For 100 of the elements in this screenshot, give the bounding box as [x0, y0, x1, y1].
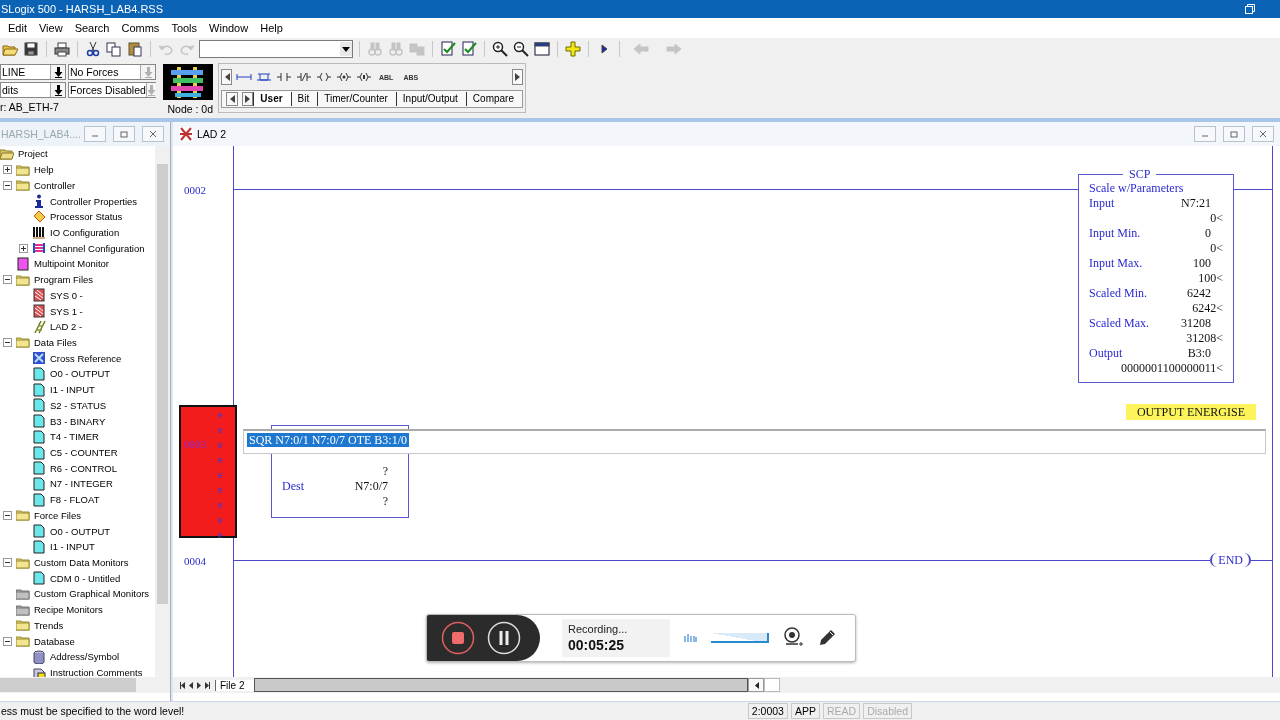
verify-icon[interactable] — [460, 40, 478, 58]
tree-item[interactable]: Database — [0, 633, 155, 649]
branch-icon[interactable] — [236, 72, 252, 82]
scrollbar-button[interactable] — [764, 678, 781, 692]
dropdown-field[interactable] — [199, 40, 353, 58]
tree-item[interactable]: Recipe Monitors — [0, 601, 155, 618]
menu-item[interactable]: View — [32, 22, 69, 34]
folder-icon — [16, 508, 30, 523]
tree-item[interactable]: R6 - CONTROL — [0, 460, 155, 477]
tree-item[interactable]: SYS 0 - — [0, 287, 155, 304]
webcam-icon[interactable] — [783, 627, 803, 649]
rung-icon[interactable] — [256, 72, 272, 82]
tree-item[interactable]: LAD 2 - — [0, 318, 155, 335]
verify-icon[interactable] — [439, 40, 457, 58]
tree-item[interactable]: Cross Reference — [0, 350, 155, 367]
tree-item[interactable]: Multipoint Monitor — [0, 256, 155, 272]
menu-item[interactable]: Edit — [2, 22, 33, 34]
palette-tab[interactable]: Bit — [290, 92, 318, 106]
dropdown[interactable]: LINE — [0, 64, 66, 80]
collapse-icon[interactable] — [3, 558, 12, 568]
tree-item[interactable]: Data Files — [0, 334, 155, 351]
copy-icon[interactable] — [105, 40, 123, 58]
tree-item[interactable]: Channel Configuration — [0, 240, 155, 257]
parameter-value: 31208 — [1181, 316, 1212, 331]
palette-tab[interactable]: Input/Output — [395, 92, 466, 106]
rung-number: 0004 — [184, 555, 206, 567]
zoom-out-icon[interactable] — [512, 40, 530, 58]
tree-item[interactable]: T4 - TIMER — [0, 428, 155, 445]
file-tab[interactable]: File 2 — [215, 679, 255, 691]
tree-item[interactable]: Project — [0, 146, 155, 162]
latch-coil-icon[interactable] — [336, 72, 352, 82]
tree-item[interactable]: O0 - OUTPUT — [0, 366, 155, 382]
menu-item[interactable]: Search — [68, 22, 116, 34]
paste-icon[interactable] — [126, 40, 144, 58]
tree-item[interactable]: Custom Data Monitors — [0, 554, 155, 571]
tab-scroll-button[interactable] — [203, 680, 211, 690]
unlatch-coil-icon[interactable] — [356, 72, 372, 82]
close-icon[interactable] — [1252, 126, 1274, 142]
scissors-icon[interactable] — [84, 40, 102, 58]
tree-item[interactable]: Help — [0, 161, 155, 178]
save-icon[interactable] — [22, 40, 40, 58]
stop-button[interactable] — [441, 621, 475, 655]
palette-tab[interactable]: Timer/Counter — [317, 92, 396, 106]
tree-item[interactable]: I1 - INPUT — [0, 381, 155, 398]
tree-item[interactable]: Custom Graphical Monitors — [0, 586, 155, 602]
close-icon[interactable] — [142, 126, 164, 142]
tree-item[interactable]: Program Files — [0, 271, 155, 288]
contact-icon[interactable] — [276, 72, 292, 82]
menu-item[interactable]: Help — [254, 22, 289, 34]
coil-icon[interactable] — [316, 72, 332, 82]
caret-icon[interactable] — [340, 42, 352, 56]
tree-item[interactable]: S2 - STATUS — [0, 397, 155, 414]
scrollbar[interactable] — [254, 678, 749, 692]
palette-tab[interactable]: Compare — [465, 92, 522, 106]
tree-item[interactable]: CDM 0 - Untitled — [0, 570, 155, 587]
tree-item[interactable]: Controller Properties — [0, 193, 155, 209]
collapse-icon[interactable] — [3, 510, 12, 520]
menu-item[interactable]: Window — [203, 22, 255, 34]
tree-item[interactable]: IO Configuration — [0, 224, 155, 241]
window-icon[interactable] — [533, 40, 551, 58]
tree-item[interactable]: Trends — [0, 617, 155, 634]
zoom-in-icon[interactable] — [491, 40, 509, 58]
restore-icon[interactable] — [1245, 4, 1255, 14]
volume-slider[interactable] — [711, 633, 769, 643]
scroll-left-button[interactable] — [748, 678, 765, 692]
scrollbar[interactable] — [155, 146, 170, 677]
tree-item[interactable]: O0 - OUTPUT — [0, 523, 155, 539]
tree-item[interactable]: Controller — [0, 177, 155, 194]
window-title: LAD 2 — [197, 128, 227, 140]
rung-edit-field[interactable]: SQR N7:0/1 N7:0/7 OTE B3:1/0 — [243, 429, 1266, 454]
tree-item[interactable]: SYS 1 - — [0, 303, 155, 319]
collapse-icon[interactable] — [3, 636, 12, 646]
tab-left-button[interactable] — [226, 92, 238, 106]
collapse-icon[interactable] — [3, 338, 12, 347]
tree-item[interactable]: N7 - INTEGER — [0, 476, 155, 492]
expand-icon[interactable] — [19, 243, 28, 253]
tree-item[interactable]: F8 - FLOAT — [0, 491, 155, 508]
tree-item[interactable]: Processor Status — [0, 208, 155, 225]
scroll-left-button[interactable] — [221, 69, 232, 85]
expand-icon[interactable] — [3, 165, 12, 175]
plus-icon[interactable] — [564, 40, 582, 58]
dropdown[interactable]: dits — [0, 82, 66, 98]
tree-item[interactable]: Force Files — [0, 507, 155, 524]
tree-item[interactable]: C5 - COUNTER — [0, 444, 155, 461]
menu-item[interactable]: Comms — [115, 22, 166, 34]
scroll-right-button[interactable] — [512, 69, 523, 85]
tab-right-button[interactable] — [241, 92, 254, 106]
collapse-icon[interactable] — [3, 275, 12, 285]
negated-contact-icon[interactable] — [296, 72, 312, 82]
pencil-icon[interactable] — [817, 628, 837, 648]
tree-item[interactable]: I1 - INPUT — [0, 538, 155, 555]
collapse-icon[interactable] — [3, 180, 12, 190]
printer-icon[interactable] — [53, 40, 71, 58]
pause-button[interactable] — [487, 621, 521, 655]
tab-scroll-button[interactable] — [179, 680, 187, 690]
menu-item[interactable]: Tools — [165, 22, 204, 34]
palette-tab[interactable]: User — [253, 92, 291, 106]
tree-item[interactable]: Address/Symbol — [0, 649, 155, 665]
tree-item[interactable]: B3 - BINARY — [0, 413, 155, 429]
scrollbar[interactable] — [0, 677, 170, 693]
